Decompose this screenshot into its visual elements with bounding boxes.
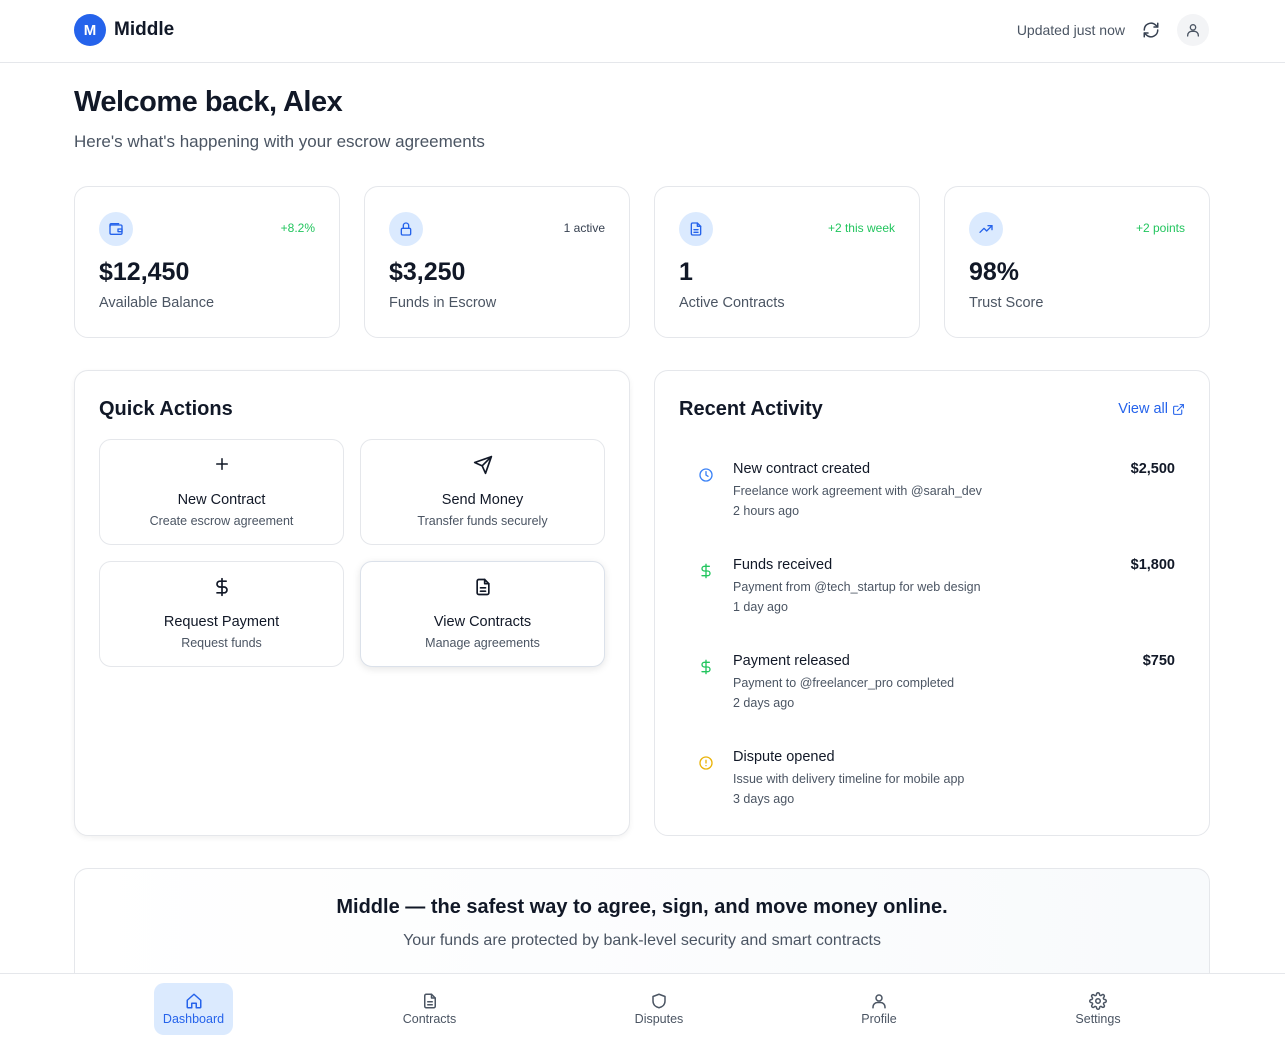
panel-title: Recent Activity [679,398,823,420]
activity-title: New contract created [733,461,871,477]
action-description: Create escrow agreement [149,514,294,528]
alert-circle-icon [699,756,713,770]
activity-title: Payment released [733,653,850,669]
stat-card-balance: +8.2% $12,450 Available Balance [74,186,340,338]
nav-profile[interactable]: Profile [849,983,909,1035]
stat-card-contracts: +2 this week 1 Active Contracts [654,186,920,338]
activity-title: Funds received [733,557,833,573]
user-icon [1187,24,1199,37]
stat-label: Available Balance [99,295,215,311]
banner-title: Middle — the safest way to agree, sign, … [336,896,948,918]
view-all-label: View all [1118,401,1168,417]
activity-item[interactable]: New contract created Freelance work agre… [655,451,1211,531]
nav-contracts[interactable]: Contracts [390,983,469,1035]
request-payment-button[interactable]: Request Payment Request funds [99,561,344,667]
gear-icon [1089,992,1107,1010]
nav-label: Disputes [634,1012,684,1026]
refresh-icon [1143,22,1159,38]
banner-subtitle: Your funds are protected by bank-level s… [403,932,881,949]
stat-card-escrow: 1 active $3,250 Funds in Escrow [364,186,630,338]
nav-label: Contracts [402,1012,457,1026]
activity-item[interactable]: Dispute opened Issue with delivery timel… [655,739,1211,819]
logo: M [74,14,106,46]
activity-amount: $1,800 [1130,557,1175,573]
stat-label: Trust Score [969,295,1044,311]
activity-time: 2 days ago [733,696,795,710]
dollar-icon [701,563,711,579]
activity-item[interactable]: Funds received Payment from @tech_startu… [655,547,1211,627]
stat-value: $12,450 [99,258,190,286]
external-link-icon [1173,403,1184,415]
activity-amount: $750 [1142,653,1175,669]
bottom-nav: Dashboard Contracts Disputes Profile Set… [0,973,1285,1041]
stat-label: Funds in Escrow [389,295,497,311]
send-icon [473,455,492,475]
nav-disputes[interactable]: Disputes [624,983,694,1035]
top-bar: M Middle Updated just now [0,0,1285,63]
dollar-icon [215,577,228,597]
nav-label: Profile [861,1012,897,1026]
stat-change-badge: +2 this week [827,221,895,235]
activity-description: Issue with delivery timeline for mobile … [733,772,965,786]
action-description: Request funds [181,636,262,650]
action-label: Send Money [441,492,524,508]
home-icon [186,993,201,1009]
file-icon [475,578,490,596]
file-icon [423,993,436,1009]
page-subtitle: Here's what's happening with your escrow… [74,132,485,151]
user-icon [872,994,886,1009]
action-description: Manage agreements [425,636,540,650]
page-title: Welcome back, Alex [74,86,343,118]
stat-card-trust: +2 points 98% Trust Score [944,186,1210,338]
stat-value: $3,250 [389,258,466,286]
view-contracts-button[interactable]: View Contracts Manage agreements [360,561,605,667]
stat-change-badge: +2 points [1135,221,1185,235]
activity-item[interactable]: Payment released Payment to @freelancer_… [655,643,1211,723]
lock-icon [389,212,423,246]
quick-actions-panel: Quick Actions New Contract Create escrow… [74,370,630,836]
dollar-icon [701,659,711,675]
app-name: Middle [114,19,175,40]
activity-description: Payment to @freelancer_pro completed [733,676,955,690]
wallet-icon [99,212,133,246]
activity-description: Freelance work agreement with @sarah_dev [733,484,982,498]
action-label: Request Payment [163,614,280,630]
send-money-button[interactable]: Send Money Transfer funds securely [360,439,605,545]
brand[interactable]: M Middle [74,14,174,46]
stat-value: 1 [679,258,693,286]
action-description: Transfer funds securely [417,514,548,528]
clock-icon [699,468,713,482]
view-all-link[interactable]: View all [1118,401,1185,417]
activity-title: Dispute opened [733,749,835,765]
activity-description: Payment from @tech_startup for web desig… [733,580,981,594]
trending-up-icon [969,212,1003,246]
nav-label: Settings [1075,1012,1121,1026]
nav-label: Dashboard [162,1012,225,1026]
activity-amount: $2,500 [1130,461,1175,477]
stat-label: Active Contracts [679,295,785,311]
stat-value: 98% [969,258,1020,286]
avatar-button[interactable] [1177,14,1209,46]
plus-icon [215,458,228,470]
activity-time: 3 days ago [733,792,795,806]
updated-status: Updated just now [1016,22,1125,38]
shield-icon [652,993,666,1009]
nav-dashboard[interactable]: Dashboard [154,983,233,1035]
action-label: New Contract [177,492,266,508]
refresh-button[interactable] [1139,14,1163,46]
nav-settings[interactable]: Settings [1063,983,1133,1035]
action-label: View Contracts [433,614,532,630]
activity-time: 2 hours ago [733,504,800,518]
recent-activity-panel: Recent Activity View all New contract cr… [654,370,1210,836]
promo-banner: Middle — the safest way to agree, sign, … [74,868,1210,988]
new-contract-button[interactable]: New Contract Create escrow agreement [99,439,344,545]
stat-change-badge: +8.2% [280,221,315,235]
panel-title: Quick Actions [99,398,233,420]
stat-change-badge: 1 active [563,221,605,235]
header-actions: Updated just now [1017,14,1209,46]
document-icon [679,212,713,246]
activity-time: 1 day ago [733,600,788,614]
